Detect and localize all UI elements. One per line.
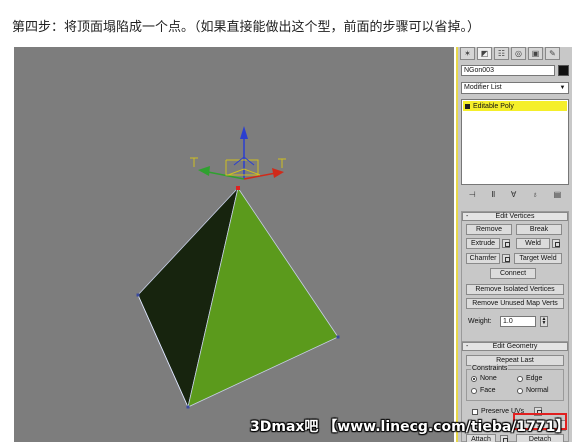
- chamfer-button[interactable]: Chamfer: [466, 253, 500, 264]
- display-tab-icon[interactable]: ▣: [528, 47, 543, 60]
- perspective-viewport[interactable]: [14, 47, 454, 442]
- break-button[interactable]: Break: [516, 224, 562, 235]
- constraint-normal-radio[interactable]: Normal: [517, 387, 549, 394]
- connect-button[interactable]: Connect: [490, 268, 536, 279]
- modifier-list-dropdown[interactable]: Modifier List ▼: [461, 82, 569, 94]
- chevron-down-icon: ▼: [559, 85, 566, 91]
- chamfer-settings-icon[interactable]: [502, 254, 510, 263]
- edit-vertices-title: Edit Vertices: [495, 213, 535, 220]
- extrude-settings-icon[interactable]: [502, 239, 510, 248]
- checkbox-icon: [472, 408, 478, 415]
- command-panel-tabs: ✶ ◩ ☷ ◎ ▣ ✎: [460, 47, 572, 61]
- attach-settings-icon[interactable]: [500, 435, 508, 442]
- modify-tab-icon[interactable]: ◩: [477, 47, 492, 60]
- constraint-edge-radio[interactable]: Edge: [517, 375, 542, 382]
- target-weld-button[interactable]: Target Weld: [514, 253, 562, 264]
- constraints-label: Constraints: [471, 365, 509, 372]
- object-name-field[interactable]: NGon003: [461, 65, 555, 76]
- collapse-icon: -: [466, 343, 469, 350]
- vertex-left: [136, 293, 140, 297]
- remove-unused-map-verts-button[interactable]: Remove Unused Map Verts: [466, 298, 564, 309]
- utilities-tab-icon[interactable]: ✎: [545, 47, 560, 60]
- radio-icon: [517, 387, 523, 394]
- show-end-result-icon[interactable]: Ⅱ: [491, 190, 495, 199]
- constraint-edge-label: Edge: [526, 375, 543, 382]
- viewport-scene: [136, 126, 340, 409]
- constraint-none-label: None: [480, 375, 497, 382]
- extrude-button[interactable]: Extrude: [466, 238, 500, 249]
- object-color-swatch[interactable]: [558, 65, 569, 76]
- weld-settings-icon[interactable]: [552, 239, 560, 248]
- pin-stack-icon[interactable]: ⊣: [469, 190, 476, 199]
- constraint-none-radio[interactable]: None: [471, 375, 497, 382]
- stack-expand-icon[interactable]: [465, 103, 470, 109]
- modifier-stack[interactable]: Editable Poly: [461, 99, 569, 185]
- stack-item-editable-poly[interactable]: Editable Poly: [463, 101, 567, 111]
- configure-sets-icon[interactable]: ▤: [554, 190, 562, 199]
- step-caption: 第四步：将顶面塌陷成一个点。（如果直接能做出这个型，前面的步骤可以省掉。）: [12, 20, 481, 35]
- constraint-face-radio[interactable]: Face: [471, 387, 496, 394]
- make-unique-icon[interactable]: ∀: [511, 190, 516, 199]
- edit-geometry-header[interactable]: - Edit Geometry: [462, 342, 568, 351]
- vertex-bottom: [186, 405, 190, 409]
- create-tab-icon[interactable]: ✶: [460, 47, 475, 60]
- modifier-list-label: Modifier List: [464, 84, 502, 91]
- radio-icon: [471, 387, 477, 394]
- remove-modifier-icon[interactable]: ♁: [532, 190, 538, 199]
- constraint-normal-label: Normal: [526, 387, 549, 394]
- radio-selected-icon: [471, 375, 477, 382]
- remove-isolated-vertices-button[interactable]: Remove Isolated Vertices: [466, 284, 564, 295]
- site-watermark: 3Dmax吧 【www.linecg.com/tieba/1771】: [250, 419, 570, 435]
- vertex-right: [336, 335, 340, 339]
- stack-toolbar: ⊣ Ⅱ ∀ ♁ ▤: [461, 188, 569, 200]
- weight-spinner-icon[interactable]: ▲ ▼: [540, 316, 548, 327]
- collapse-icon: -: [466, 213, 469, 220]
- weight-input[interactable]: 1.0: [500, 316, 536, 327]
- command-panel: ✶ ◩ ☷ ◎ ▣ ✎ NGon003 Modifier List ▼ Edit…: [456, 47, 572, 442]
- motion-tab-icon[interactable]: ◎: [511, 47, 526, 60]
- weld-button[interactable]: Weld: [516, 238, 550, 249]
- stack-item-label: Editable Poly: [473, 102, 514, 110]
- vertex-apex: [236, 186, 240, 190]
- transform-gizmo[interactable]: [190, 126, 286, 180]
- hierarchy-tab-icon[interactable]: ☷: [494, 47, 509, 60]
- edit-geometry-title: Edit Geometry: [492, 343, 538, 350]
- constraint-face-label: Face: [480, 387, 496, 394]
- radio-icon: [517, 375, 523, 382]
- edit-vertices-header[interactable]: - Edit Vertices: [462, 212, 568, 221]
- remove-button[interactable]: Remove: [466, 224, 512, 235]
- weight-label: Weight:: [468, 318, 492, 325]
- constraints-group: Constraints None Edge Face Normal: [466, 365, 564, 401]
